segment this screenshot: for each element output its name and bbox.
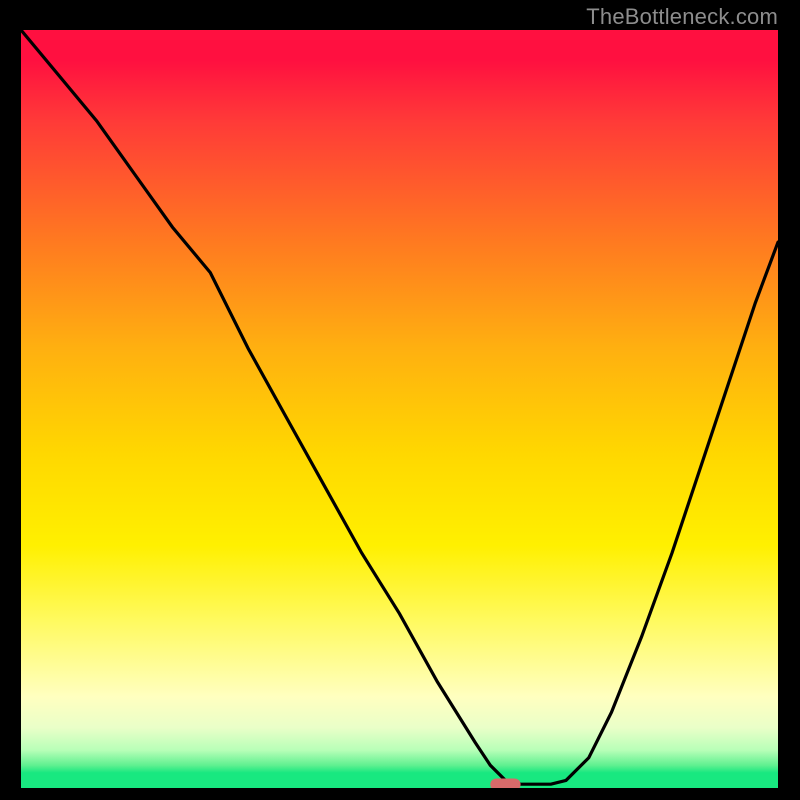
chart-container: TheBottleneck.com	[0, 0, 800, 800]
watermark-text: TheBottleneck.com	[586, 4, 778, 30]
plot-background-gradient	[21, 30, 778, 788]
